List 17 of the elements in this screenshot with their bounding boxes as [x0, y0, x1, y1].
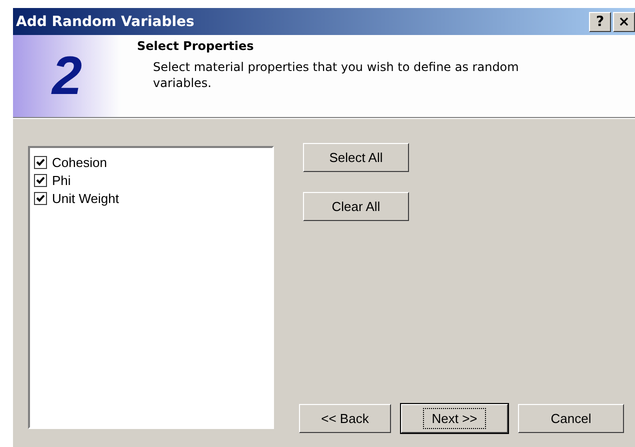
clear-all-button[interactable]: Clear All	[303, 192, 409, 221]
next-button[interactable]: Next >>	[401, 404, 508, 433]
checkbox[interactable]	[34, 156, 47, 168]
cancel-button[interactable]: Cancel	[518, 404, 624, 433]
step-description: Select material properties that you wish to define as random variables.	[152, 59, 520, 91]
property-label: Cohesion	[52, 154, 107, 170]
property-label: Unit Weight	[52, 190, 119, 206]
checkbox[interactable]	[34, 174, 47, 186]
help-button[interactable]: ?	[589, 12, 611, 32]
window-title: Add Random Variables	[16, 14, 196, 30]
property-label: Phi	[52, 172, 71, 188]
step-title: Select Properties	[137, 39, 255, 53]
checkbox[interactable]	[34, 192, 47, 204]
select-all-button[interactable]: Select All	[303, 143, 409, 172]
step-number: 2	[52, 45, 82, 107]
close-button[interactable]: ×	[613, 12, 635, 32]
back-button[interactable]: << Back	[299, 404, 391, 433]
